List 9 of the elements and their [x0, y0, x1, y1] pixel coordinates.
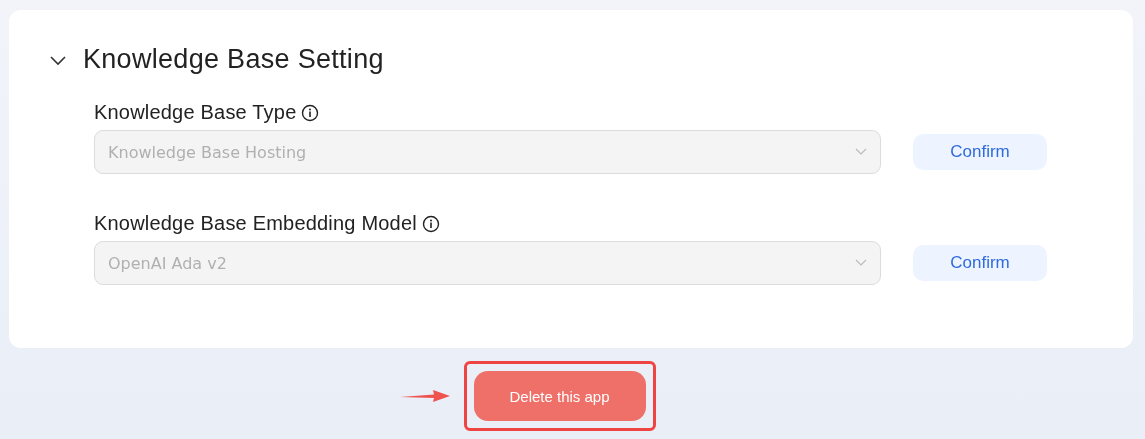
info-icon[interactable] [421, 214, 440, 233]
chevron-icon[interactable] [49, 54, 67, 67]
info-icon[interactable] [301, 103, 320, 122]
caret-icon [855, 259, 867, 267]
field-label: Knowledge Base Embedding Model [94, 212, 417, 235]
field-label: Knowledge Base Type [94, 101, 297, 124]
delete-button[interactable]: Delete this app [473, 371, 646, 421]
section-title: Knowledge Base Setting [83, 44, 384, 75]
caret-icon [855, 148, 867, 156]
